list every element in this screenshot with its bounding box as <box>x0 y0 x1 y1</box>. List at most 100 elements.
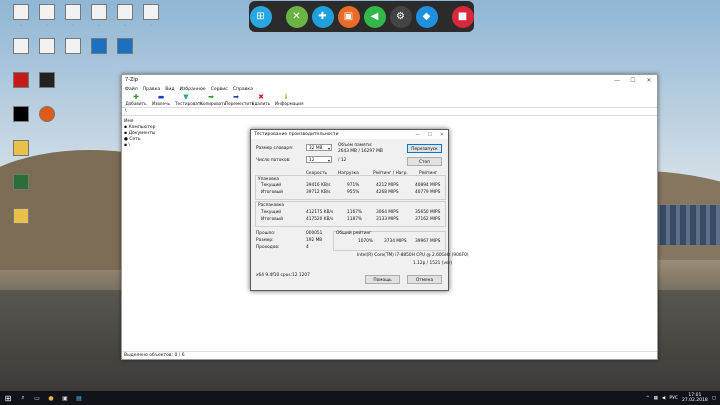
close-button[interactable]: ✕ <box>641 77 657 84</box>
value: 35650 MIPS <box>415 210 441 215</box>
desktop-icon[interactable]: ... <box>134 4 168 26</box>
add-button[interactable]: ✚ Добавить <box>125 93 147 107</box>
cancel-button[interactable]: Отмена <box>407 275 442 284</box>
menu-edit[interactable]: Правка <box>143 87 160 92</box>
settings-icon[interactable]: ⚙ <box>389 5 412 28</box>
start-icon[interactable]: ⊞ <box>0 391 16 405</box>
folder-icon[interactable] <box>4 140 38 156</box>
size-value: 192 MB <box>306 238 323 243</box>
clock[interactable]: 17:01 27.02.2018 <box>682 393 708 403</box>
maximize-button[interactable]: ☐ <box>424 132 436 138</box>
action-center-icon[interactable]: ▢ <box>712 396 716 401</box>
overall-label: Общий рейтинг <box>336 231 372 236</box>
passes-value: 4 <box>306 245 309 250</box>
clock-date: 27.02.2018 <box>681 398 708 403</box>
stop-button[interactable]: Стоп <box>407 157 442 166</box>
value: 412175 KB/s <box>306 210 334 215</box>
window-title: 7-Zip <box>125 77 138 83</box>
value: 40894 MIPS <box>415 183 441 188</box>
move-button[interactable]: ➡ Переместить <box>225 93 254 107</box>
delete-button[interactable]: ✖ Удалить <box>250 93 272 107</box>
volume-icon[interactable]: ◀ <box>662 396 665 401</box>
chevron-down-icon: ▾ <box>327 158 330 163</box>
value: 1187% <box>347 217 363 222</box>
menu-view[interactable]: Вид <box>165 87 174 92</box>
ratio-info: 1.12p / 1521 (ver) <box>413 261 453 266</box>
threads-select[interactable]: 12 ▾ <box>306 156 332 163</box>
chevron-down-icon: ▾ <box>327 146 330 151</box>
copy-button[interactable]: ➡ Копировать <box>200 93 226 107</box>
version-info: x64 9.4f10 cpus:12 1207 <box>256 273 310 278</box>
stop-icon[interactable]: ■ <box>451 5 474 28</box>
help-button[interactable]: Помощь <box>365 275 400 284</box>
row-current: Текущий <box>261 183 282 188</box>
volume-icon[interactable]: ◀ <box>363 5 386 28</box>
row-total: Итоговый <box>261 217 283 222</box>
gamepad-icon[interactable]: ✚ <box>311 5 334 28</box>
desktop-icon[interactable] <box>30 106 64 122</box>
task-view-icon[interactable]: ▭ <box>30 391 44 405</box>
test-button[interactable]: ▼ Тестировать <box>175 93 203 107</box>
chrome-icon[interactable]: ● <box>44 391 58 405</box>
quick-launch-dock: ⊞ ✕ ✚ ▣ ◀ ⚙ ◆ ■ <box>249 1 474 32</box>
language-indicator[interactable]: РУС <box>669 396 678 401</box>
dropbox-icon[interactable]: ◆ <box>415 5 438 28</box>
minimize-button[interactable]: — <box>609 77 625 84</box>
value: 39712 KB/s <box>306 190 331 195</box>
info-button[interactable]: ℹ Информация <box>275 93 304 107</box>
media-app-icon[interactable]: ▤ <box>72 391 86 405</box>
decompress-label: Распаковка <box>258 203 285 208</box>
window-titlebar[interactable]: 7-Zip — ☐ ✕ <box>122 75 657 85</box>
value: 39416 KB/s <box>306 183 331 188</box>
notification-icon[interactable]: ^ <box>646 396 650 401</box>
passes-label: Проходов: <box>256 245 280 250</box>
menu-file[interactable]: Файл <box>125 87 138 92</box>
value: 955% <box>347 190 360 195</box>
desktop-icon[interactable] <box>4 174 38 190</box>
compress-label: Упаковка <box>258 177 280 182</box>
address-bar[interactable]: \ <box>122 108 657 116</box>
desktop-icon[interactable] <box>30 72 64 88</box>
archiver-icon[interactable]: ▣ <box>58 391 72 405</box>
xbox-icon[interactable]: ✕ <box>285 5 308 28</box>
value: 4212 MIPS <box>376 183 399 188</box>
cpu-info: Intel(R) Core(TM) i7-8850H CPU @ 2.60GHz… <box>357 253 469 258</box>
desktop-icon[interactable] <box>108 38 142 54</box>
memory-label: Объем памяти: <box>338 143 373 148</box>
search-icon[interactable]: ⌕ <box>16 391 30 405</box>
taskbar: ⊞ ⌕ ▭ ● ▣ ▤ ^ ▦ ◀ РУС 17:01 27.02.2018 ▢ <box>0 391 720 405</box>
row-current: Текущий <box>261 210 282 215</box>
threads-total: / 12 <box>338 158 347 163</box>
test-icon: ▼ <box>183 93 189 101</box>
value: 3064 MIPS <box>376 210 399 215</box>
toolbar: ✚ Добавить ▬ Извлечь ▼ Тестировать ➡ Копиров… <box>122 93 657 108</box>
windows-icon[interactable]: ⊞ <box>249 5 272 28</box>
maximize-button[interactable]: ☐ <box>625 77 641 84</box>
value: 1167% <box>347 210 363 215</box>
close-button[interactable]: ✕ <box>436 132 448 138</box>
extract-icon: ▬ <box>157 93 165 101</box>
menu-tools[interactable]: Сервис <box>211 87 228 92</box>
size-label: Размер: <box>256 238 274 243</box>
media-icon[interactable]: ▣ <box>337 5 360 28</box>
restart-button[interactable]: Перезапуск <box>407 144 442 153</box>
dict-size-select[interactable]: 32 MB ▾ <box>306 144 332 151</box>
dialog-titlebar[interactable]: Тестирование производительности — ☐ ✕ <box>251 130 448 139</box>
system-tray: ^ ▦ ◀ РУС 17:01 27.02.2018 ▢ <box>646 393 720 403</box>
extract-button[interactable]: ▬ Извлечь <box>150 93 172 107</box>
network-icon[interactable]: ▦ <box>654 396 658 401</box>
minimize-button[interactable]: — <box>412 132 424 138</box>
dialog-title: Тестирование производительности <box>254 132 339 137</box>
menu-bar: Файл Правка Вид Избранное Сервис Справка <box>122 85 657 93</box>
value: 37162 MIPS <box>415 217 441 222</box>
copy-icon: ➡ <box>208 93 214 101</box>
info-icon: ℹ <box>284 93 288 101</box>
delete-icon: ✖ <box>258 93 264 101</box>
row-total: Итоговый <box>261 190 283 195</box>
list-item[interactable]: ▪ \ <box>124 143 155 149</box>
folder-icon[interactable] <box>4 208 38 224</box>
menu-help[interactable]: Справка <box>233 87 253 92</box>
file-list: Имя ▪ Компьютер ▪ Документы ● Сеть ▪ \ <box>124 119 155 149</box>
menu-favorites[interactable]: Избранное <box>180 87 206 92</box>
add-icon: ✚ <box>133 93 139 101</box>
